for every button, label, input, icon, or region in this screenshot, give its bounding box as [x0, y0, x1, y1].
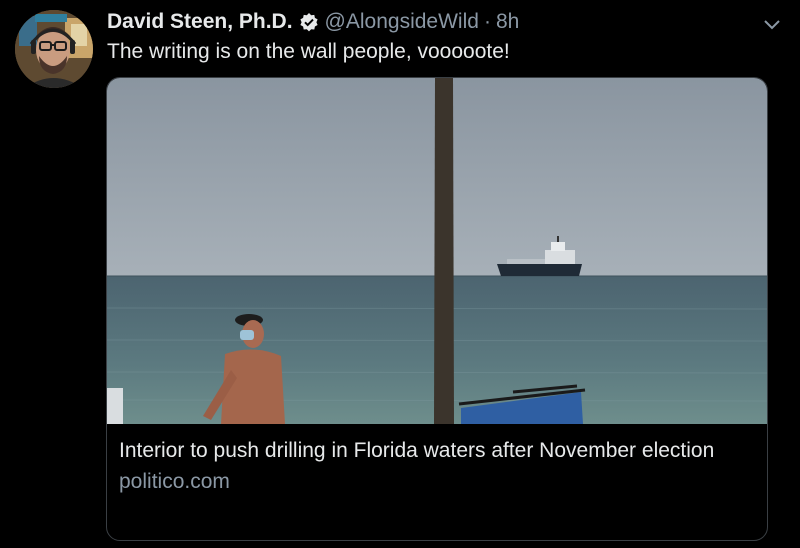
- tweet-header: David Steen, Ph.D. @AlongsideWild · 8h: [107, 8, 519, 36]
- author-display-name[interactable]: David Steen, Ph.D.: [107, 10, 293, 34]
- avatar[interactable]: [15, 10, 93, 88]
- tweet-text: The writing is on the wall people, voooo…: [107, 40, 510, 63]
- tweet[interactable]: David Steen, Ph.D. @AlongsideWild · 8h T…: [0, 0, 800, 548]
- card-domain: politico.com: [119, 470, 230, 493]
- card-title[interactable]: Interior to push drilling in Florida wat…: [119, 436, 749, 466]
- link-card[interactable]: Interior to push drilling in Florida wat…: [106, 77, 768, 541]
- chevron-down-icon[interactable]: [760, 12, 784, 36]
- card-image: [107, 78, 767, 424]
- card-text: Interior to push drilling in Florida wat…: [119, 436, 749, 494]
- author-handle[interactable]: @AlongsideWild: [325, 10, 479, 34]
- verified-badge-icon: [299, 12, 319, 32]
- tweet-timestamp[interactable]: 8h: [496, 10, 519, 34]
- separator-dot: ·: [483, 10, 491, 33]
- avatar-photo: [15, 10, 93, 88]
